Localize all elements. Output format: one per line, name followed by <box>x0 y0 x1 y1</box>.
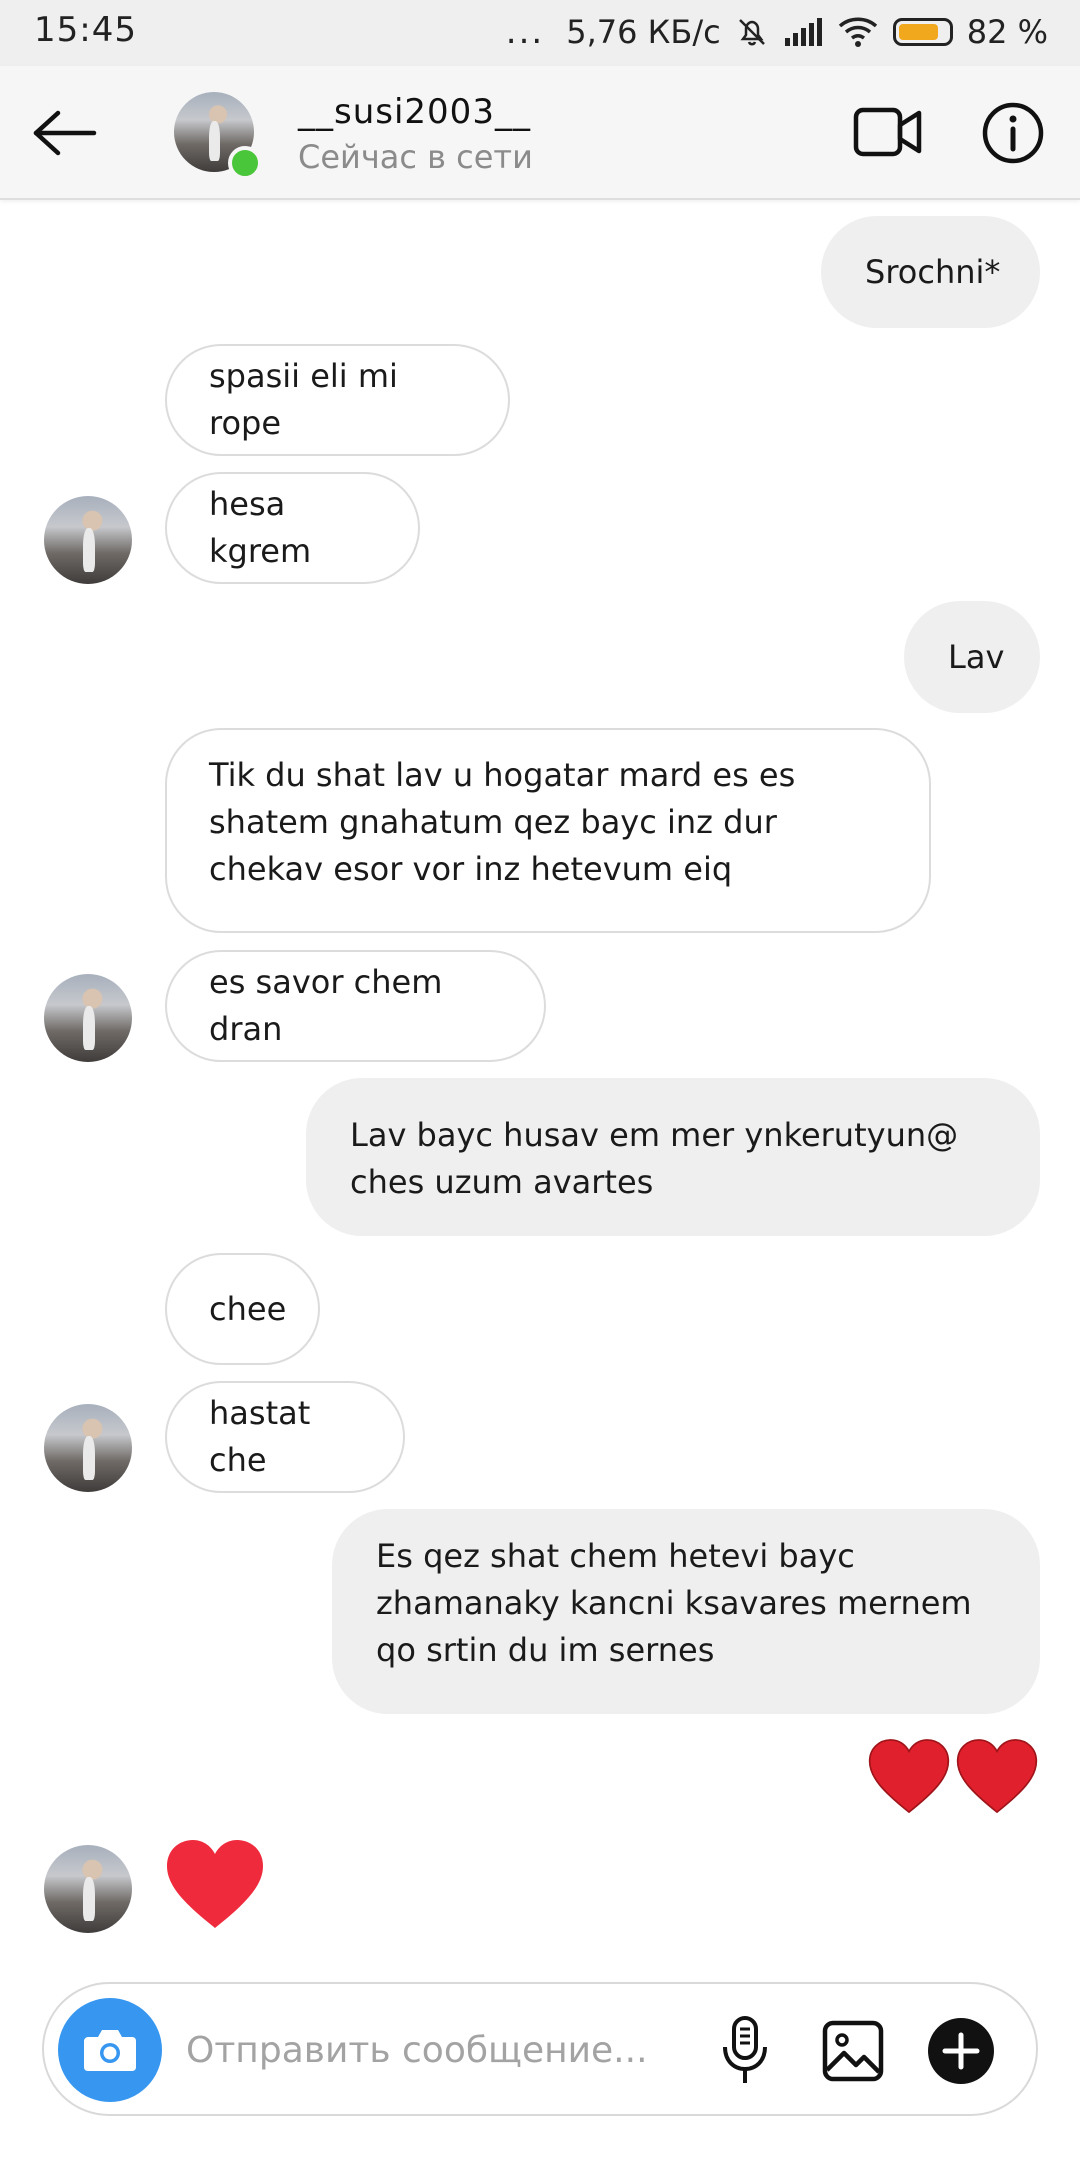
sender-avatar[interactable] <box>44 1404 132 1492</box>
received-heart-message[interactable] <box>165 1838 265 1930</box>
add-button[interactable] <box>922 2012 1000 2090</box>
back-button[interactable] <box>28 96 102 170</box>
message-text: Tik du shat lav u hogatar mard es es sha… <box>209 756 796 888</box>
message-input[interactable] <box>184 2014 708 2086</box>
message-text: Lav bayc husav em mer ynkerutyun@ ches u… <box>350 1116 959 1201</box>
heart-icon <box>167 1840 263 1928</box>
message-text: hastat che <box>209 1394 311 1479</box>
message-text: es savor chem dran <box>209 963 443 1048</box>
microphone-icon <box>723 2016 767 2083</box>
message-text: chee <box>209 1289 287 1328</box>
contact-status: Сейчас в сети <box>298 138 533 176</box>
video-call-button[interactable] <box>846 98 930 166</box>
gallery-button[interactable] <box>816 2014 890 2088</box>
sender-avatar[interactable] <box>44 974 132 1062</box>
message-bubble-received[interactable]: spasii eli mi rope <box>165 344 510 456</box>
message-bubble-sent[interactable]: Es qez shat chem hetevi bayc zhamanaky k… <box>332 1509 1040 1714</box>
heart-icon <box>956 1739 1038 1814</box>
status-dots: ... <box>505 12 545 52</box>
status-bar: 15:45 ... 5,76 КБ/с 82 % <box>0 0 1080 66</box>
message-text: hesa kgrem <box>209 485 312 570</box>
message-text: Srochni* <box>865 252 1001 291</box>
contact-name[interactable]: __susi2003__ <box>298 92 531 132</box>
message-text: spasii eli mi rope <box>209 357 398 442</box>
wifi-icon <box>837 15 879 49</box>
camera-icon <box>84 2030 136 2071</box>
message-bubble-sent[interactable]: Lav <box>904 601 1040 713</box>
heart-icon <box>868 1739 950 1814</box>
video-camera-icon <box>853 107 922 157</box>
message-bubble-received[interactable]: hesa kgrem <box>165 472 420 584</box>
battery-icon <box>892 18 953 46</box>
message-bubble-received[interactable]: Tik du shat lav u hogatar mard es es sha… <box>165 728 931 933</box>
sender-avatar[interactable] <box>44 1845 132 1933</box>
message-bubble-received[interactable]: hastat che <box>165 1381 405 1493</box>
message-text: Es qez shat chem hetevi bayc zhamanaky k… <box>376 1537 972 1669</box>
back-arrow-icon <box>33 110 97 156</box>
message-bubble-sent[interactable]: Srochni* <box>821 216 1040 328</box>
sent-hearts-message[interactable] <box>868 1738 1040 1818</box>
info-icon <box>982 102 1044 164</box>
mute-bell-icon <box>735 15 769 49</box>
microphone-button[interactable] <box>708 2012 782 2090</box>
chat-header: __susi2003__ Сейчас в сети <box>0 66 1080 200</box>
info-button[interactable] <box>978 98 1048 168</box>
message-bubble-received[interactable]: chee <box>165 1253 320 1365</box>
status-time: 15:45 <box>34 10 137 50</box>
message-composer <box>42 1982 1038 2116</box>
message-bubble-received[interactable]: es savor chem dran <box>165 950 546 1062</box>
plus-circle-icon <box>928 2018 994 2084</box>
battery-level <box>898 24 939 40</box>
network-speed: 5,76 КБ/с <box>566 13 721 51</box>
signal-icon <box>783 16 823 48</box>
battery-percent: 82 % <box>966 13 1048 51</box>
gallery-icon <box>822 2020 884 2082</box>
message-bubble-sent[interactable]: Lav bayc husav em mer ynkerutyun@ ches u… <box>306 1078 1040 1236</box>
camera-button[interactable] <box>58 1998 162 2102</box>
status-indicators: ... 5,76 КБ/с 82 % <box>506 12 1048 52</box>
message-text: Lav <box>948 637 1005 676</box>
sender-avatar[interactable] <box>44 496 132 584</box>
online-indicator <box>228 146 262 180</box>
